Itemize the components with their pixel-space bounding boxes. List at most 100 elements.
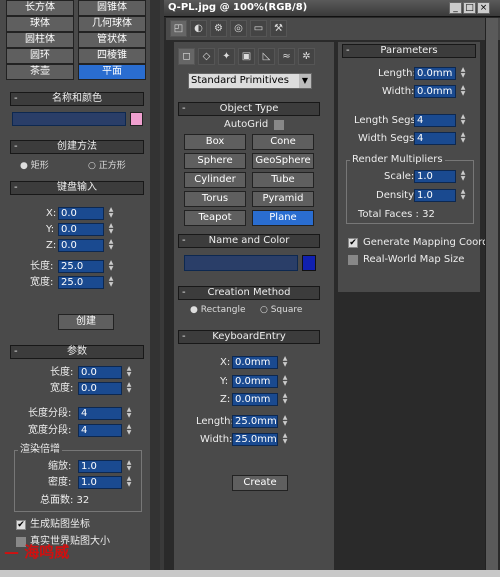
gen-map-checkbox[interactable]: ✔: [348, 238, 358, 248]
radio-rectangle-cn[interactable]: ● 矩形: [20, 158, 49, 171]
obj-torus[interactable]: Torus: [184, 191, 246, 207]
kb-x-field[interactable]: 0.0mm: [232, 356, 278, 369]
spinner-icon[interactable]: ▲ ▼: [125, 424, 133, 437]
spinner-icon[interactable]: ▲ ▼: [281, 415, 289, 428]
autogrid-checkbox[interactable]: [274, 120, 284, 130]
utilities-tab-icon[interactable]: ⚒: [270, 20, 287, 37]
param-width-field[interactable]: 0.0mm: [414, 85, 456, 98]
spinner-icon[interactable]: ▲ ▼: [281, 356, 289, 369]
scale-field[interactable]: 1.0: [414, 170, 456, 183]
name-color-header[interactable]: - Name and Color: [178, 234, 320, 248]
chevron-down-icon[interactable]: ▼: [299, 74, 311, 88]
param-width-segs-field-cn[interactable]: 4: [78, 424, 122, 437]
object-type-header[interactable]: - Object Type: [178, 102, 320, 116]
param-length-segs-field-cn[interactable]: 4: [78, 407, 122, 420]
keyboard-entry-header[interactable]: - KeyboardEntry: [178, 330, 320, 344]
scale-field-cn[interactable]: 1.0: [78, 460, 122, 473]
obj-plane-cn[interactable]: 平面: [78, 64, 146, 80]
density-field[interactable]: 1.0: [414, 189, 456, 202]
obj-geosphere[interactable]: GeoSphere: [252, 153, 314, 169]
real-world-checkbox[interactable]: [348, 255, 358, 265]
kb-y-field-cn[interactable]: 0.0: [58, 223, 104, 236]
creation-method-header-cn[interactable]: - 创建方法: [10, 140, 144, 154]
obj-pyramid[interactable]: Pyramid: [252, 191, 314, 207]
obj-torus-cn[interactable]: 圆环: [6, 48, 74, 64]
spinner-icon[interactable]: ▲ ▼: [107, 239, 115, 252]
name-color-header-cn[interactable]: - 名称和颜色: [10, 92, 144, 106]
color-swatch[interactable]: [302, 255, 316, 271]
systems-icon[interactable]: ✲: [298, 48, 315, 65]
spinner-icon[interactable]: ▲ ▼: [459, 132, 467, 145]
spinner-icon[interactable]: ▲ ▼: [459, 114, 467, 127]
spinner-icon[interactable]: ▲ ▼: [125, 476, 133, 489]
obj-geosphere-cn[interactable]: 几何球体: [78, 16, 146, 32]
obj-box[interactable]: Box: [184, 134, 246, 150]
kb-width-field-cn[interactable]: 25.0: [58, 276, 104, 289]
motion-tab-icon[interactable]: ◎: [230, 20, 247, 37]
obj-cone-cn[interactable]: 圆锥体: [78, 0, 146, 16]
parameters-header[interactable]: - Parameters: [342, 44, 476, 58]
primitives-dropdown[interactable]: Standard Primitives ▼: [188, 73, 312, 89]
obj-cylinder[interactable]: Cylinder: [184, 172, 246, 188]
obj-tube[interactable]: Tube: [252, 172, 314, 188]
lights-icon[interactable]: ✦: [218, 48, 235, 65]
object-name-field-cn[interactable]: [12, 112, 126, 126]
geometry-icon[interactable]: ◻: [178, 48, 195, 65]
kb-length-field[interactable]: 25.0mm: [232, 415, 278, 428]
cameras-icon[interactable]: ▣: [238, 48, 255, 65]
obj-teapot-cn[interactable]: 茶壶: [6, 64, 74, 80]
kb-z-field-cn[interactable]: 0.0: [58, 239, 104, 252]
radio-rectangle[interactable]: ● Rectangle: [190, 305, 246, 315]
spacewarps-icon[interactable]: ≈: [278, 48, 295, 65]
spinner-icon[interactable]: ▲ ▼: [281, 393, 289, 406]
object-name-field[interactable]: [184, 255, 298, 271]
spinner-icon[interactable]: ▲ ▼: [107, 260, 115, 273]
spinner-icon[interactable]: ▲ ▼: [125, 460, 133, 473]
spinner-icon[interactable]: ▲ ▼: [125, 366, 133, 379]
param-width-field-cn[interactable]: 0.0: [78, 382, 122, 395]
gen-map-checkbox-cn[interactable]: ✔: [16, 520, 26, 530]
density-field-cn[interactable]: 1.0: [78, 476, 122, 489]
spinner-icon[interactable]: ▲ ▼: [107, 207, 115, 220]
spinner-icon[interactable]: ▲ ▼: [459, 85, 467, 98]
hierarchy-tab-icon[interactable]: ⚙: [210, 20, 227, 37]
modify-tab-icon[interactable]: ◐: [190, 20, 207, 37]
keyboard-header-cn[interactable]: - 键盘输入: [10, 181, 144, 195]
create-button[interactable]: Create: [232, 475, 288, 491]
spinner-icon[interactable]: ▲ ▼: [281, 375, 289, 388]
param-length-field-cn[interactable]: 0.0: [78, 366, 122, 379]
create-tab-icon[interactable]: ◰: [170, 20, 187, 37]
create-button-cn[interactable]: 创建: [58, 314, 114, 330]
radio-square-cn[interactable]: ○ 正方形: [88, 158, 126, 171]
color-swatch-cn[interactable]: [130, 112, 143, 126]
obj-sphere[interactable]: Sphere: [184, 153, 246, 169]
spinner-icon[interactable]: ▲ ▼: [459, 170, 467, 183]
obj-plane[interactable]: Plane: [252, 210, 314, 226]
shapes-icon[interactable]: ◇: [198, 48, 215, 65]
kb-z-field[interactable]: 0.0mm: [232, 393, 278, 406]
spinner-icon[interactable]: ▲ ▼: [125, 407, 133, 420]
obj-cone[interactable]: Cone: [252, 134, 314, 150]
obj-pyramid-cn[interactable]: 四棱锥: [78, 48, 146, 64]
kb-width-field[interactable]: 25.0mm: [232, 433, 278, 446]
kb-y-field[interactable]: 0.0mm: [232, 375, 278, 388]
spinner-icon[interactable]: ▲ ▼: [125, 382, 133, 395]
obj-box-cn[interactable]: 长方体: [6, 0, 74, 16]
minimize-icon[interactable]: _: [449, 2, 462, 14]
close-icon[interactable]: ×: [477, 2, 490, 14]
obj-teapot[interactable]: Teapot: [184, 210, 246, 226]
spinner-icon[interactable]: ▲ ▼: [459, 67, 467, 80]
spinner-icon[interactable]: ▲ ▼: [107, 276, 115, 289]
helpers-icon[interactable]: ◺: [258, 48, 275, 65]
param-length-field[interactable]: 0.0mm: [414, 67, 456, 80]
kb-length-field-cn[interactable]: 25.0: [58, 260, 104, 273]
obj-sphere-cn[interactable]: 球体: [6, 16, 74, 32]
param-length-segs-field[interactable]: 4: [414, 114, 456, 127]
creation-method-header[interactable]: - Creation Method: [178, 286, 320, 300]
obj-cylinder-cn[interactable]: 圆柱体: [6, 32, 74, 48]
spinner-icon[interactable]: ▲ ▼: [281, 433, 289, 446]
left-scrollbar[interactable]: [150, 0, 160, 577]
param-width-segs-field[interactable]: 4: [414, 132, 456, 145]
display-tab-icon[interactable]: ▭: [250, 20, 267, 37]
spinner-icon[interactable]: ▲ ▼: [107, 223, 115, 236]
